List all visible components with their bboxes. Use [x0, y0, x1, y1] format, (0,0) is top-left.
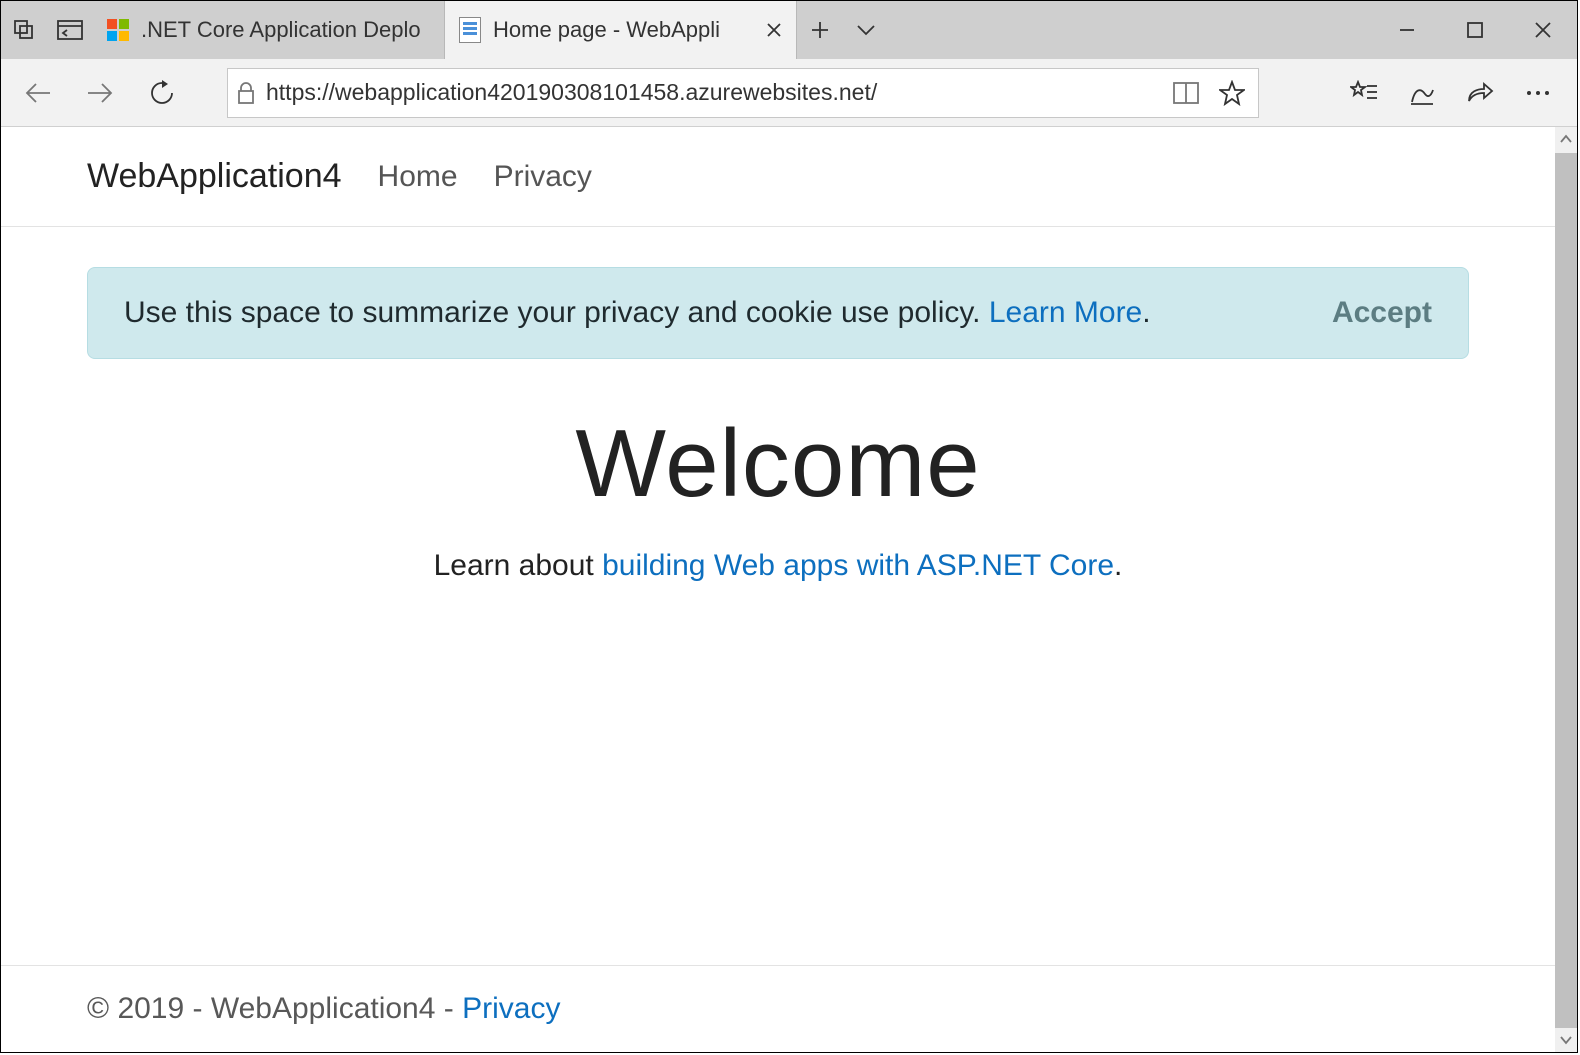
hero-section: Welcome Learn about building Web apps wi…	[87, 409, 1469, 583]
lock-icon	[236, 81, 256, 105]
nav-refresh-button[interactable]	[135, 66, 189, 120]
notes-icon[interactable]	[1393, 80, 1451, 106]
nav-home-link[interactable]: Home	[378, 160, 458, 194]
share-icon[interactable]	[1451, 80, 1509, 106]
page-footer: © 2019 - WebApplication4 - Privacy	[1, 965, 1555, 1052]
browser-tab-active[interactable]: Home page - WebAppli	[445, 1, 797, 59]
browser-tab-bar: .NET Core Application Deplo Home page - …	[1, 1, 1577, 59]
tab-title: Home page - WebAppli	[493, 17, 754, 43]
ms-logo-icon	[107, 19, 129, 41]
window-controls	[1373, 1, 1577, 59]
window-maximize-button[interactable]	[1441, 1, 1509, 59]
set-aside-tabs-icon[interactable]	[47, 1, 93, 59]
scroll-thumb[interactable]	[1555, 153, 1577, 1028]
nav-back-button[interactable]	[11, 66, 65, 120]
hero-lead-link[interactable]: building Web apps with ASP.NET Core	[602, 549, 1114, 582]
tab-actions-icon[interactable]	[1, 1, 47, 59]
new-tab-button[interactable]	[797, 20, 843, 40]
tab-chevron-down-icon[interactable]	[843, 23, 889, 37]
close-tab-icon[interactable]	[766, 22, 782, 38]
page-content: WebApplication4 Home Privacy Use this sp…	[1, 127, 1555, 1052]
scroll-up-icon[interactable]	[1560, 127, 1572, 151]
nav-privacy-link[interactable]: Privacy	[494, 160, 592, 194]
hero-lead-prefix: Learn about	[434, 549, 602, 582]
banner-text: Use this space to summarize your privacy…	[124, 296, 989, 329]
browser-tab-inactive[interactable]: .NET Core Application Deplo	[93, 1, 445, 59]
hero-lead-suffix: .	[1114, 549, 1122, 582]
url-text: https://webapplication420190308101458.az…	[266, 79, 1158, 106]
site-navbar: WebApplication4 Home Privacy	[1, 127, 1555, 227]
address-bar[interactable]: https://webapplication420190308101458.az…	[227, 68, 1259, 118]
nav-forward-button[interactable]	[73, 66, 127, 120]
scroll-down-icon[interactable]	[1560, 1028, 1572, 1052]
more-menu-icon[interactable]	[1509, 80, 1567, 106]
tab-title: .NET Core Application Deplo	[141, 17, 430, 43]
reading-view-icon[interactable]	[1168, 82, 1204, 104]
cookie-banner: Use this space to summarize your privacy…	[87, 267, 1469, 359]
page-favicon-icon	[459, 17, 481, 43]
vertical-scrollbar[interactable]	[1555, 127, 1577, 1052]
window-close-button[interactable]	[1509, 1, 1577, 59]
brand-link[interactable]: WebApplication4	[87, 157, 342, 196]
hero-title: Welcome	[87, 409, 1469, 519]
learn-more-link[interactable]: Learn More	[989, 296, 1142, 329]
browser-toolbar: https://webapplication420190308101458.az…	[1, 59, 1577, 127]
footer-text: © 2019 - WebApplication4 -	[87, 992, 462, 1025]
accept-button[interactable]: Accept	[1332, 296, 1432, 330]
footer-privacy-link[interactable]: Privacy	[462, 992, 560, 1025]
favorites-list-icon[interactable]	[1335, 80, 1393, 106]
window-minimize-button[interactable]	[1373, 1, 1441, 59]
banner-period: .	[1142, 296, 1150, 329]
favorite-star-icon[interactable]	[1214, 80, 1250, 106]
